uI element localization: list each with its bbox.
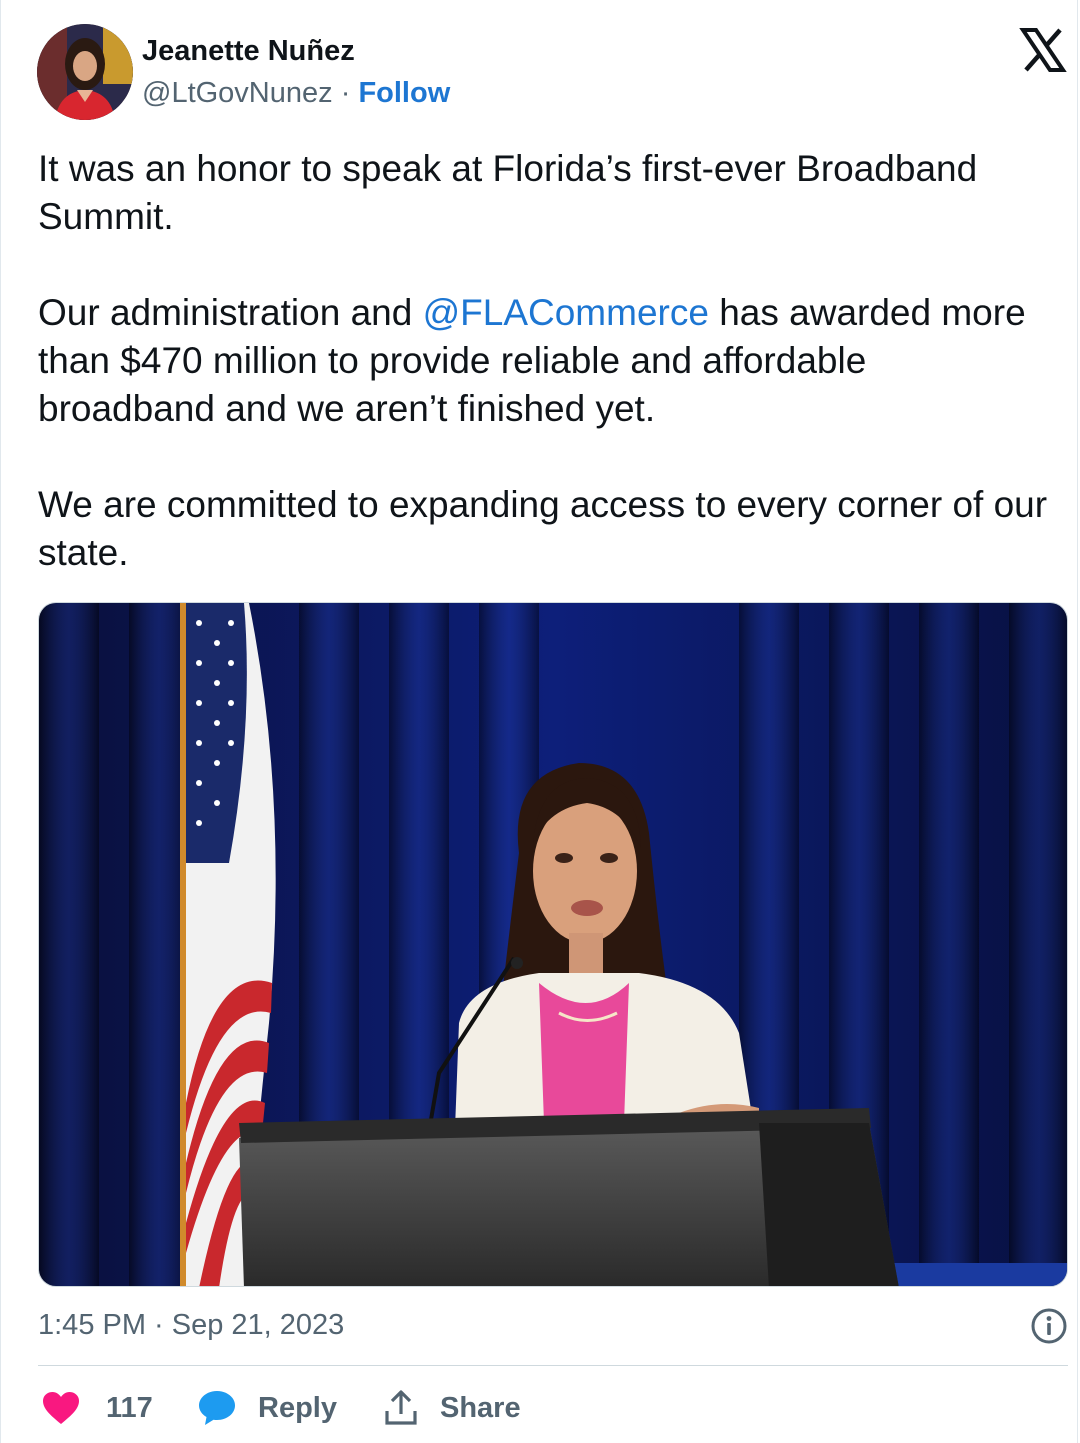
mention-link[interactable]: @FLACommerce xyxy=(423,292,709,333)
action-bar: 117 Reply Share xyxy=(38,1383,1068,1433)
tweet-paragraph: It was an honor to speak at Florida’s fi… xyxy=(38,148,978,237)
tweet-card: Jeanette Nuñez @LtGovNunez · Follow It w… xyxy=(0,0,1078,1443)
reply-button[interactable]: Reply xyxy=(198,1383,337,1433)
share-button[interactable]: Share xyxy=(384,1383,521,1433)
tweet-timestamp[interactable]: 1:45 PM · Sep 21, 2023 xyxy=(38,1309,344,1342)
share-upload-icon xyxy=(385,1390,417,1425)
author-name[interactable]: Jeanette Nuñez xyxy=(142,35,355,68)
like-count: 117 xyxy=(106,1391,153,1424)
share-label: Share xyxy=(440,1391,521,1424)
tweet-photo[interactable] xyxy=(38,602,1068,1287)
speaker-photo xyxy=(39,603,1067,1286)
avatar-image xyxy=(37,24,133,120)
tweet-paragraph: Our administration and @FLACommerce has … xyxy=(38,289,1048,433)
heart-icon xyxy=(43,1392,79,1424)
paragraph-prefix: Our administration and xyxy=(38,292,423,333)
handle-separator: · xyxy=(340,77,351,109)
follow-button[interactable]: Follow xyxy=(358,77,450,109)
info-icon[interactable] xyxy=(1030,1307,1068,1345)
author-handle[interactable]: @LtGovNunez xyxy=(142,77,333,109)
reply-label: Reply xyxy=(258,1391,337,1424)
tweet-paragraph: We are committed to expanding access to … xyxy=(38,484,1048,573)
tweet-text: It was an honor to speak at Florida’s fi… xyxy=(38,145,1048,625)
speech-bubble-icon xyxy=(199,1391,235,1425)
like-button[interactable]: 117 xyxy=(42,1383,153,1433)
x-logo-icon[interactable] xyxy=(1019,26,1067,74)
tweet-header: Jeanette Nuñez @LtGovNunez · Follow xyxy=(37,24,1067,124)
author-handle-line: @LtGovNunez · Follow xyxy=(142,77,450,110)
divider xyxy=(38,1365,1068,1366)
avatar[interactable] xyxy=(37,24,133,120)
timestamp-row: 1:45 PM · Sep 21, 2023 xyxy=(38,1307,1068,1347)
